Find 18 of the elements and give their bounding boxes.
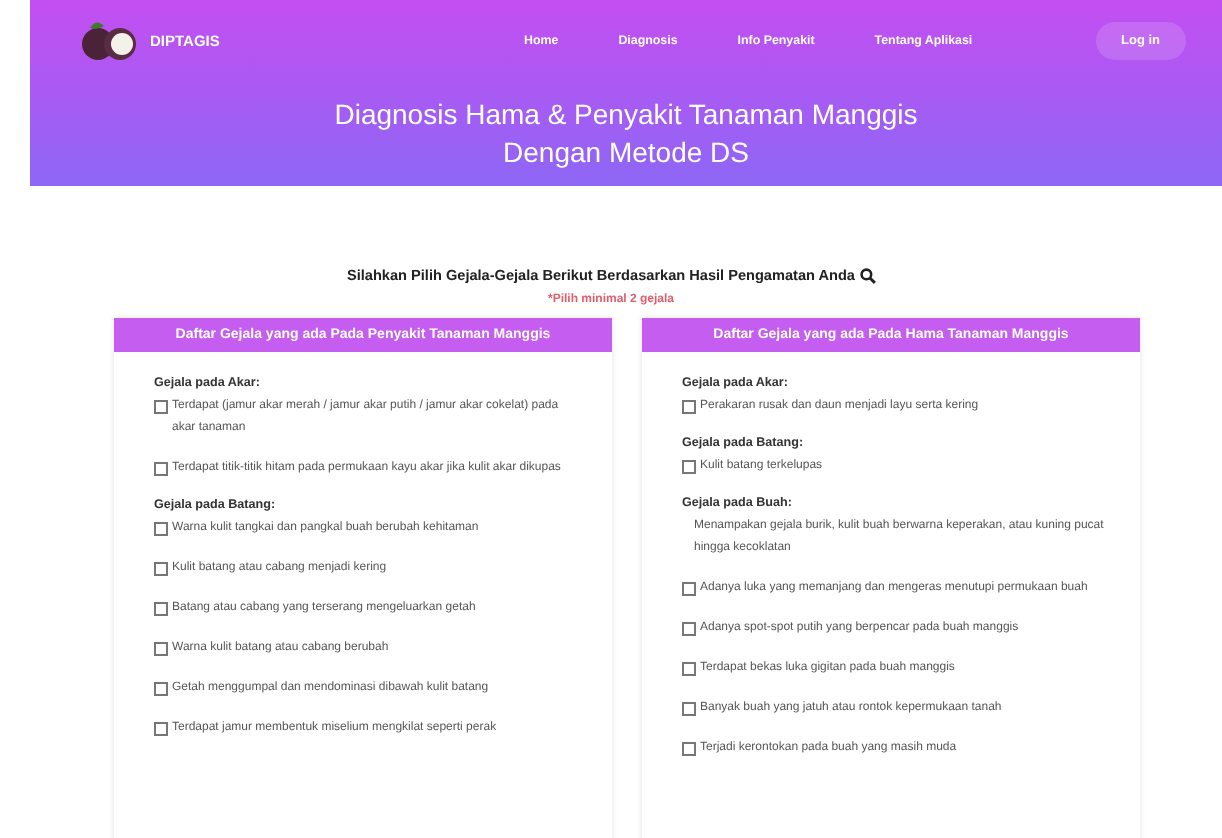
checkbox[interactable] bbox=[154, 400, 168, 414]
checkbox[interactable] bbox=[682, 582, 696, 596]
checkbox[interactable] bbox=[154, 522, 168, 536]
checkbox[interactable] bbox=[154, 722, 168, 736]
checkbox[interactable] bbox=[682, 742, 696, 756]
checkbox[interactable] bbox=[154, 682, 168, 696]
checkbox[interactable] bbox=[154, 602, 168, 616]
checkbox[interactable] bbox=[682, 622, 696, 636]
checkbox[interactable] bbox=[682, 702, 696, 716]
checkbox[interactable] bbox=[154, 562, 168, 576]
page-title: Diagnosis Hama & Penyakit Tanaman Manggis Dengan Metode DS bbox=[332, 96, 920, 172]
checkbox[interactable] bbox=[682, 662, 696, 676]
checkbox[interactable] bbox=[682, 400, 696, 414]
checkbox[interactable] bbox=[154, 642, 168, 656]
checkbox[interactable] bbox=[154, 462, 168, 476]
mangosteen-logo-icon bbox=[80, 18, 140, 62]
checkbox[interactable] bbox=[682, 460, 696, 474]
search-icon bbox=[859, 267, 875, 283]
